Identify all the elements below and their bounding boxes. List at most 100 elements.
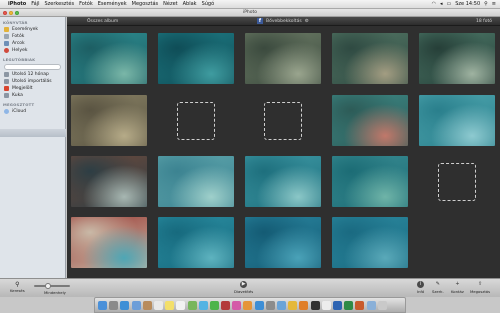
battery-icon[interactable]: ▭ bbox=[447, 1, 452, 7]
downloads-icon[interactable] bbox=[366, 300, 376, 310]
photo-reef-3[interactable] bbox=[419, 33, 495, 84]
spotlight-icon[interactable]: ⚲ bbox=[484, 1, 488, 7]
menu-help[interactable]: Súgó bbox=[202, 1, 215, 7]
photo-diver-1[interactable] bbox=[71, 33, 147, 84]
powerpoint-icon[interactable] bbox=[355, 300, 365, 310]
facetime-icon[interactable] bbox=[209, 300, 219, 310]
menu-share[interactable]: Megosztás bbox=[132, 1, 158, 7]
search-label: Keresés bbox=[10, 288, 25, 293]
ibooks-icon[interactable] bbox=[243, 300, 253, 310]
menu-window[interactable]: Ablak bbox=[183, 1, 197, 7]
launchpad-icon[interactable] bbox=[109, 300, 119, 310]
share-label: Bővebbekkoltás bbox=[266, 18, 302, 24]
sidebar-item-trash[interactable]: Kuka bbox=[0, 92, 65, 99]
gear-icon[interactable]: ⚙ bbox=[305, 19, 309, 24]
finder-icon[interactable] bbox=[98, 300, 107, 310]
menu-edit[interactable]: Szerkesztés bbox=[44, 1, 74, 7]
minimize-button[interactable] bbox=[9, 10, 13, 15]
photo-booth-icon[interactable] bbox=[221, 300, 231, 310]
calendar-icon[interactable] bbox=[153, 300, 163, 310]
facebook-icon: f bbox=[257, 18, 263, 24]
photo-reef-1[interactable] bbox=[245, 33, 321, 84]
add-to-label: Kontáz bbox=[451, 289, 464, 294]
sidebar-item-places[interactable]: Helyek bbox=[0, 47, 65, 54]
photo-diver-2[interactable] bbox=[158, 33, 234, 84]
slideshow-button[interactable]: ▶ Diavetítés bbox=[234, 281, 253, 294]
photo-fish-school[interactable] bbox=[245, 217, 321, 268]
vlc-icon[interactable] bbox=[299, 300, 309, 310]
contacts-icon[interactable] bbox=[142, 300, 152, 310]
photo-reef-2[interactable] bbox=[332, 33, 408, 84]
zoom-slider[interactable] bbox=[34, 283, 70, 289]
excel-icon[interactable] bbox=[344, 300, 354, 310]
sidebar-search-field[interactable] bbox=[4, 64, 61, 70]
icloud-icon bbox=[4, 109, 9, 114]
content-toolbar: Összes album f Bővebbekkoltás ⚙ 18 fotó bbox=[67, 17, 500, 26]
info-button[interactable]: i Infó bbox=[417, 281, 424, 294]
photo-sand-1[interactable] bbox=[158, 156, 234, 207]
itunes-icon[interactable] bbox=[232, 300, 242, 310]
photo-seagrass[interactable] bbox=[332, 156, 408, 207]
empty-photo-placeholder[interactable] bbox=[177, 102, 215, 140]
clock[interactable]: Sze 14:50 bbox=[455, 1, 480, 7]
maps-icon[interactable] bbox=[187, 300, 197, 310]
photo-beach[interactable] bbox=[71, 217, 147, 268]
photo-open-water-1[interactable] bbox=[158, 217, 234, 268]
sidebar-item-events[interactable]: Események bbox=[0, 26, 65, 33]
menu-view[interactable]: Nézet bbox=[163, 1, 177, 7]
menu-iphoto[interactable]: iPhoto bbox=[8, 1, 26, 7]
sidebar-item-faces[interactable]: Arcok bbox=[0, 40, 65, 47]
messages-icon[interactable] bbox=[198, 300, 208, 310]
photo-rock-diver[interactable] bbox=[71, 156, 147, 207]
word-icon[interactable] bbox=[332, 300, 342, 310]
section-title-library: KÖNYVTÁR bbox=[3, 20, 28, 25]
volume-icon[interactable]: ◂ bbox=[440, 1, 443, 7]
sidebar-item-last-import[interactable]: Utolsó importálás bbox=[0, 78, 65, 85]
mail-icon[interactable] bbox=[131, 300, 141, 310]
play-icon: ▶ bbox=[240, 281, 248, 288]
iphoto-icon[interactable] bbox=[277, 300, 286, 310]
add-to-button[interactable]: + Kontáz bbox=[451, 281, 464, 294]
sidebar-item-photos[interactable]: Fotók bbox=[0, 33, 65, 40]
search-button[interactable]: ⚲ Keresés bbox=[10, 281, 25, 293]
trash-icon bbox=[4, 93, 9, 98]
close-button[interactable] bbox=[3, 10, 7, 15]
photo-open-water-2[interactable] bbox=[332, 217, 408, 268]
photo-sand-2[interactable] bbox=[245, 156, 321, 207]
plus-icon: + bbox=[455, 281, 460, 287]
sidebar-item-flagged[interactable]: Megjelölt bbox=[0, 85, 65, 92]
sidebar-item-icloud[interactable]: iCloud bbox=[0, 108, 65, 115]
notes-icon[interactable] bbox=[165, 300, 175, 310]
notification-icon[interactable]: ≡ bbox=[492, 1, 496, 7]
app-store-icon[interactable] bbox=[254, 300, 264, 310]
safari-icon[interactable] bbox=[120, 300, 130, 310]
bottom-toolbar: ⚲ Keresés Mindenhely ▶ Diavetítés i Infó… bbox=[0, 278, 500, 297]
menu-photos[interactable]: Fotók bbox=[79, 1, 93, 7]
empty-photo-placeholder[interactable] bbox=[438, 163, 476, 201]
share-control[interactable]: f Bővebbekkoltás ⚙ bbox=[257, 18, 309, 24]
reminders-icon[interactable] bbox=[176, 300, 186, 310]
empty-photo-placeholder[interactable] bbox=[264, 102, 302, 140]
photo-coral-1[interactable] bbox=[332, 95, 408, 146]
zoom-slider-knob[interactable] bbox=[45, 283, 51, 289]
zoom-button[interactable] bbox=[15, 10, 19, 15]
share-button[interactable]: ⇪ Megosztás bbox=[470, 281, 490, 294]
photo-shallow-1[interactable] bbox=[419, 95, 495, 146]
terminal-icon[interactable] bbox=[310, 300, 320, 310]
sidebar-item-label: Utolsó 12 hónap bbox=[12, 72, 49, 77]
wifi-icon[interactable]: ◠ bbox=[432, 1, 436, 7]
slideshow-label: Diavetítés bbox=[234, 289, 254, 294]
photo-rocks-1[interactable] bbox=[71, 95, 147, 146]
trash-icon[interactable] bbox=[377, 300, 387, 310]
textedit-icon[interactable] bbox=[321, 300, 331, 310]
desktop: iPhoto Fájl Szerkesztés Fotók Események … bbox=[0, 0, 500, 313]
chrome-icon[interactable] bbox=[288, 300, 298, 310]
edit-button[interactable]: ✎ Szerk. bbox=[432, 281, 444, 294]
album-name: Összes album bbox=[87, 18, 119, 24]
preferences-icon[interactable] bbox=[265, 300, 275, 310]
section-title-shared: MEGOSZTOTT bbox=[3, 102, 35, 107]
sidebar-selected-album[interactable] bbox=[0, 129, 66, 137]
menu-events[interactable]: Események bbox=[98, 1, 127, 7]
sidebar-item-last-12-months[interactable]: Utolsó 12 hónap bbox=[0, 71, 65, 78]
menu-file[interactable]: Fájl bbox=[31, 1, 39, 7]
